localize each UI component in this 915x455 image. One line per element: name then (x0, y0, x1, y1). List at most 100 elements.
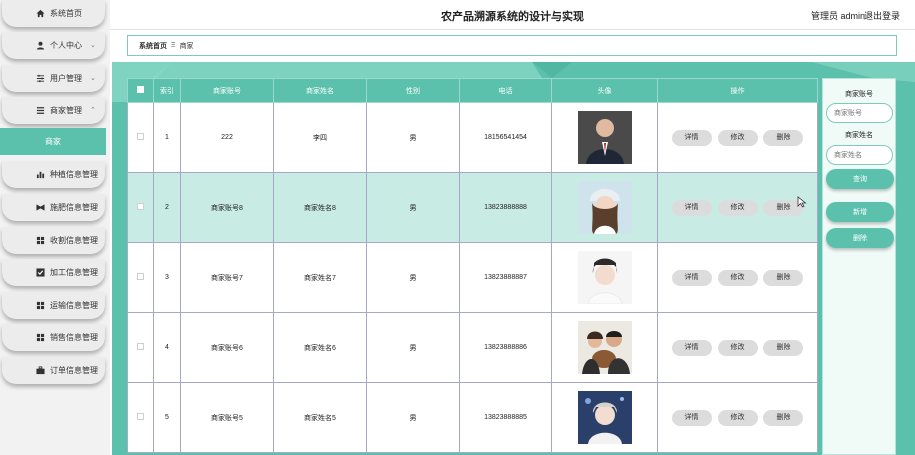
chevron-down-icon: ⌄ (90, 367, 96, 374)
detail-button[interactable]: 详情 (671, 409, 712, 426)
cell-avatar (551, 102, 658, 173)
sidebar-item-sales[interactable]: 销售信息管理 ⌄ (2, 324, 105, 351)
table-row: 4 商家账号6 商家姓名6 男 13823888886 详情 修改 删除 (127, 312, 818, 383)
cell-name: 商家姓名5 (273, 382, 367, 453)
sliders-icon (36, 74, 45, 83)
sidebar-item-label: 系统首页 (50, 9, 82, 18)
sidebar-item-planting[interactable]: 种植信息管理 ⌄ (2, 161, 105, 188)
row-select-cell[interactable] (127, 242, 154, 313)
cell-gender: 男 (366, 102, 460, 173)
chevron-up-icon: ⌃ (90, 107, 96, 114)
row-checkbox[interactable] (137, 133, 144, 140)
sidebar-item-orders[interactable]: 订单信息管理 ⌄ (2, 357, 105, 384)
delete-button[interactable]: 删除 (763, 339, 804, 356)
mouse-cursor-icon (797, 196, 807, 208)
cell-actions: 详情 修改 删除 (657, 242, 818, 313)
cell-index: 4 (153, 312, 181, 383)
breadcrumb-home[interactable]: 系统首页 (139, 41, 167, 51)
bowtie-icon (36, 203, 45, 212)
table-row: 5 商家账号5 商家姓名5 男 13823888885 详情 修改 删除 (127, 382, 818, 453)
cell-name: 商家姓名7 (273, 242, 367, 313)
content-area: 索引 商家账号 商家姓名 性别 电话 头像 操作 1 222 李四 男 1815… (112, 62, 915, 455)
select-all-checkbox[interactable] (137, 86, 144, 93)
avatar-image (577, 391, 632, 444)
query-button[interactable]: 查询 (826, 169, 894, 189)
edit-button[interactable]: 修改 (717, 409, 758, 426)
current-user: 管理员 admin (810, 11, 865, 21)
cell-actions: 详情 修改 删除 (657, 172, 818, 243)
column-header-gender: 性别 (366, 78, 460, 103)
row-checkbox[interactable] (137, 343, 144, 350)
column-header-account: 商家账号 (180, 78, 274, 103)
list-icon (36, 106, 45, 115)
cell-gender: 男 (366, 312, 460, 383)
chevron-down-icon: ⌄ (90, 237, 96, 244)
avatar-image (577, 181, 632, 234)
edit-button[interactable]: 修改 (717, 199, 758, 216)
delete-button[interactable]: 删除 (763, 129, 804, 146)
breadcrumb-current: 商家 (179, 42, 194, 50)
briefcase-icon (36, 366, 45, 375)
sidebar-item-transport[interactable]: 运输信息管理 ⌄ (2, 292, 105, 319)
cell-index: 1 (153, 102, 181, 173)
cell-avatar (551, 172, 658, 243)
table-header-row: 索引 商家账号 商家姓名 性别 电话 头像 操作 (127, 78, 818, 103)
sidebar-item-processing[interactable]: 加工信息管理 ⌄ (2, 259, 105, 286)
grid-icon (36, 301, 45, 310)
row-checkbox[interactable] (137, 273, 144, 280)
edit-button[interactable]: 修改 (717, 129, 758, 146)
detail-button[interactable]: 详情 (671, 269, 712, 286)
cell-index: 2 (153, 172, 181, 243)
cell-phone: 13823888886 (459, 312, 552, 383)
account-search-input[interactable] (826, 103, 893, 123)
breadcrumb-separator: Ξ (171, 42, 176, 49)
grid-icon (36, 333, 45, 342)
cell-name: 商家姓名6 (273, 312, 367, 383)
select-all-cell[interactable] (127, 78, 154, 103)
sidebar-subitem-merchant[interactable]: 商家 (0, 128, 106, 155)
breadcrumb: 系统首页 Ξ 商家 (127, 35, 897, 56)
detail-button[interactable]: 详情 (671, 129, 712, 146)
row-checkbox[interactable] (137, 203, 144, 210)
checkbox-icon (36, 268, 45, 277)
column-header-avatar: 头像 (551, 78, 658, 103)
chevron-down-icon: ⌄ (90, 171, 96, 178)
sidebar-item-profile[interactable]: 个人中心 ⌄ (2, 32, 105, 59)
row-select-cell[interactable] (127, 312, 154, 383)
sidebar-item-harvest[interactable]: 收割信息管理 ⌄ (2, 227, 105, 254)
avatar-image (577, 111, 632, 164)
row-select-cell[interactable] (127, 172, 154, 243)
cell-actions: 详情 修改 删除 (657, 312, 818, 383)
detail-button[interactable]: 详情 (671, 339, 712, 356)
batch-delete-button[interactable]: 删除 (826, 228, 894, 248)
row-select-cell[interactable] (127, 382, 154, 453)
sidebar-item-fertilizing[interactable]: 施肥信息管理 ⌄ (2, 194, 105, 221)
cell-avatar (551, 312, 658, 383)
cell-phone: 13823888885 (459, 382, 552, 453)
detail-button[interactable]: 详情 (671, 199, 712, 216)
app-title: 农产品溯源系统的设计与实现 (441, 11, 584, 23)
sidebar-item-home[interactable]: 系统首页 (2, 0, 105, 27)
cell-name: 商家姓名8 (273, 172, 367, 243)
cell-avatar (551, 242, 658, 313)
person-icon (36, 41, 45, 50)
chevron-down-icon: ⌄ (90, 42, 96, 49)
logout-link[interactable]: 退出登录 (864, 9, 900, 22)
name-search-input[interactable] (826, 145, 893, 165)
cell-gender: 男 (366, 242, 460, 313)
top-header: 农产品溯源系统的设计与实现 管理员 admin 退出登录 (110, 0, 915, 30)
delete-button[interactable]: 删除 (763, 409, 804, 426)
sidebar-item-users[interactable]: 用户管理 ⌄ (2, 65, 105, 92)
chevron-down-icon: ⌄ (90, 269, 96, 276)
row-checkbox[interactable] (137, 413, 144, 420)
edit-button[interactable]: 修改 (717, 269, 758, 286)
cell-phone: 13823888887 (459, 242, 552, 313)
add-button[interactable]: 新增 (826, 202, 894, 222)
edit-button[interactable]: 修改 (717, 339, 758, 356)
chevron-down-icon: ⌄ (90, 75, 96, 82)
row-select-cell[interactable] (127, 102, 154, 173)
account-label: 商家账号 (845, 91, 873, 98)
sidebar-item-merchants[interactable]: 商家管理 ⌃ (2, 97, 105, 124)
delete-button[interactable]: 删除 (763, 269, 804, 286)
cell-account: 商家账号8 (180, 172, 274, 243)
